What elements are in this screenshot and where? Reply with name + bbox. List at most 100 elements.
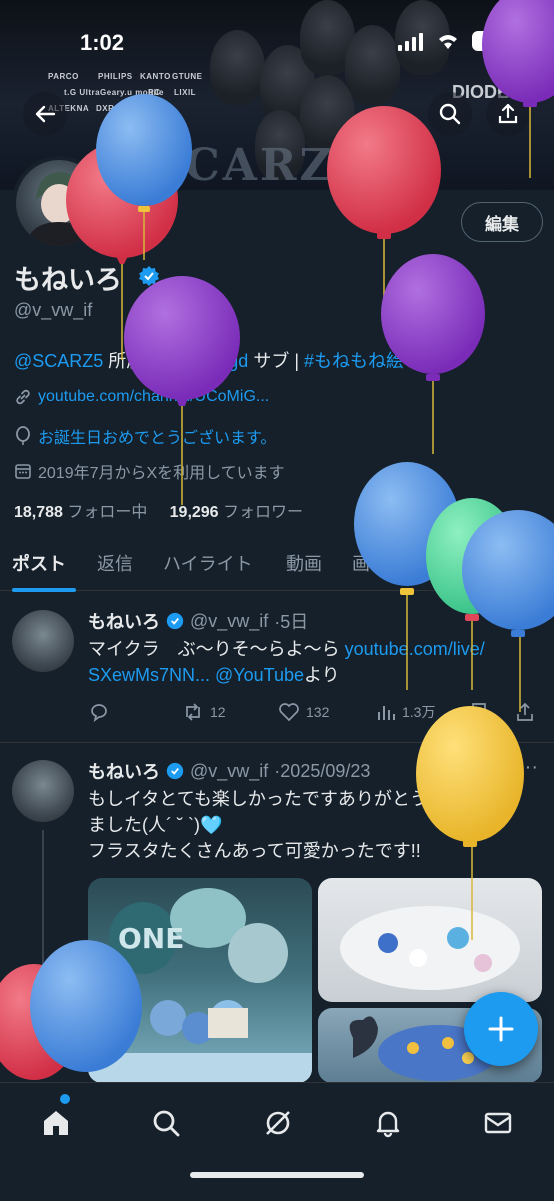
bookmark-button[interactable] xyxy=(470,702,488,722)
bio-text: 所属 | xyxy=(103,351,159,371)
tab-highlights[interactable]: ハイライト xyxy=(163,550,253,576)
sponsor-logo: PARCO xyxy=(48,72,79,81)
search-button[interactable] xyxy=(428,92,472,136)
tab-media[interactable]: 画像 xyxy=(352,550,388,576)
battery-level: 3 xyxy=(485,33,493,49)
following-label: フォロー中 xyxy=(67,504,148,521)
display-name: もねいろ xyxy=(14,265,122,295)
sponsor-logo: GTUNE xyxy=(172,72,203,81)
post-text-line: ました(人´ ˘ `)🩵 xyxy=(88,815,223,835)
post-text-segment: より xyxy=(304,665,340,685)
following-stat[interactable]: 18,788 フォロー中 xyxy=(14,504,147,521)
profile-banner[interactable]: PARCO PHILIPS KANTO GTUNE t.G UltraGear … xyxy=(0,0,554,190)
repost-button[interactable]: 12 xyxy=(182,702,226,722)
sponsor-logo: PHILIPS xyxy=(98,72,133,81)
post-author-handle[interactable]: @v_vw_if xyxy=(190,761,268,782)
bottom-navigation xyxy=(0,1082,554,1201)
share-icon xyxy=(498,103,518,124)
bio-text: サブ | xyxy=(248,351,304,371)
search-icon xyxy=(153,1110,180,1137)
nav-grok[interactable] xyxy=(260,1105,296,1141)
post-link[interactable]: youtube.com/live/ xyxy=(345,639,485,659)
like-button[interactable]: 132 xyxy=(278,702,329,722)
post-avatar[interactable] xyxy=(12,760,74,822)
home-icon xyxy=(44,1111,68,1135)
post-photo[interactable] xyxy=(318,878,542,1002)
bio-hashtag-link[interactable]: #もねもね絵 xyxy=(304,351,404,371)
bookmark-icon xyxy=(472,703,486,722)
post-timestamp[interactable]: ·2025/09/23 xyxy=(274,761,370,782)
link-icon xyxy=(16,389,30,405)
profile-avatar[interactable] xyxy=(12,156,106,250)
profile-bio: @SCARZ5 所属 | @v_vw_gd サブ | #もねもね絵 xyxy=(14,347,404,373)
sponsor-logo: RC xyxy=(148,88,161,97)
signal-icon xyxy=(398,33,424,56)
more-options-icon[interactable]: ··· xyxy=(518,756,538,779)
joined-date: 2019年7月からXを利用しています xyxy=(38,465,285,482)
home-notification-dot xyxy=(60,1094,70,1104)
sponsor-logo: LIXIL xyxy=(174,88,197,97)
post-mention[interactable]: @YouTube xyxy=(210,665,304,685)
bio-mention-link[interactable]: @v_vw_gd xyxy=(159,351,248,371)
home-indicator[interactable] xyxy=(190,1172,364,1178)
post-author-name[interactable]: もねいろ xyxy=(88,758,160,784)
views-count: 1.3万 xyxy=(402,704,436,720)
post-header: もねいろ @v_vw_if ·5日 xyxy=(88,608,308,634)
post-share-button[interactable] xyxy=(516,702,534,722)
views-button[interactable]: 1.3万 xyxy=(376,702,435,722)
followers-stat[interactable]: 19,296 フォロワー xyxy=(170,504,303,521)
post-text-line: もしイタとても楽しかったですありがとうござい xyxy=(88,789,482,809)
bio-mention-link[interactable]: @SCARZ5 xyxy=(14,351,103,371)
tab-likes[interactable]: いいね xyxy=(484,550,538,576)
nav-messages[interactable] xyxy=(480,1105,516,1141)
search-icon xyxy=(439,103,461,125)
post-link[interactable]: SXewMs7NN... xyxy=(88,665,210,685)
post-avatar[interactable] xyxy=(12,610,74,672)
edit-profile-button[interactable]: 編集 xyxy=(461,202,543,242)
post-text: もしイタとても楽しかったですありがとうござい ました(人´ ˘ `)🩵 フラスタ… xyxy=(88,786,543,864)
sponsor-logo: KANTO xyxy=(140,72,171,81)
bell-icon xyxy=(376,1111,400,1138)
post-divider xyxy=(0,742,554,743)
reply-button[interactable] xyxy=(88,702,110,722)
grok-icon xyxy=(266,1111,290,1135)
follow-stats: 18,788 フォロー中 19,296 フォロワー xyxy=(14,498,303,522)
like-count: 132 xyxy=(306,704,330,720)
svg-text:ONE: ONE xyxy=(118,922,184,955)
tab-videos[interactable]: 動画 xyxy=(286,550,322,576)
nav-home[interactable] xyxy=(38,1105,74,1141)
post-text-segment: マイクラ ぶ〜りそ〜らよ〜ら xyxy=(88,639,345,659)
tab-posts[interactable]: ポスト xyxy=(12,550,66,576)
share-icon xyxy=(517,702,533,721)
post-timestamp[interactable]: ·5日 xyxy=(274,608,308,634)
repost-count: 12 xyxy=(210,704,226,720)
tab-articles[interactable]: 記事 xyxy=(420,550,456,576)
flower-stand-photo: ONE xyxy=(88,888,312,1083)
post-header: もねいろ @v_vw_if ·2025/09/23 xyxy=(88,758,370,784)
compose-button[interactable] xyxy=(464,992,538,1066)
views-icon xyxy=(378,706,395,720)
nav-notifications[interactable] xyxy=(370,1105,406,1141)
post-author-name[interactable]: もねいろ xyxy=(88,608,160,634)
tab-replies[interactable]: 返信 xyxy=(97,550,133,576)
banner-title: SCARZ IX xyxy=(150,140,414,190)
birthday-text[interactable]: お誕生日おめでとうございます。 xyxy=(38,424,276,448)
nav-search[interactable] xyxy=(148,1105,184,1141)
sponsor-logo: t.G UltraGear xyxy=(64,88,121,97)
birthday-row: お誕生日おめでとうございます。 xyxy=(14,424,276,448)
active-tab-indicator xyxy=(12,588,76,592)
wifi-icon xyxy=(436,32,460,55)
post-photo[interactable]: ONE xyxy=(88,878,312,1083)
avatar-illustration xyxy=(26,172,92,246)
post-text-line: フラスタたくさんあって可愛かったです!! xyxy=(88,841,421,861)
status-time: 1:02 xyxy=(80,30,125,55)
balloon-icon xyxy=(16,426,30,445)
verified-badge-icon xyxy=(166,612,184,630)
flower-stand-photo xyxy=(340,906,520,990)
website-link[interactable]: youtube.com/channel/UCoMiG... xyxy=(38,388,269,406)
post-author-handle[interactable]: @v_vw_if xyxy=(190,611,268,632)
following-count: 18,788 xyxy=(14,504,63,521)
followers-label: フォロワー xyxy=(223,504,304,521)
share-button[interactable] xyxy=(486,92,530,136)
back-button[interactable] xyxy=(23,92,67,136)
